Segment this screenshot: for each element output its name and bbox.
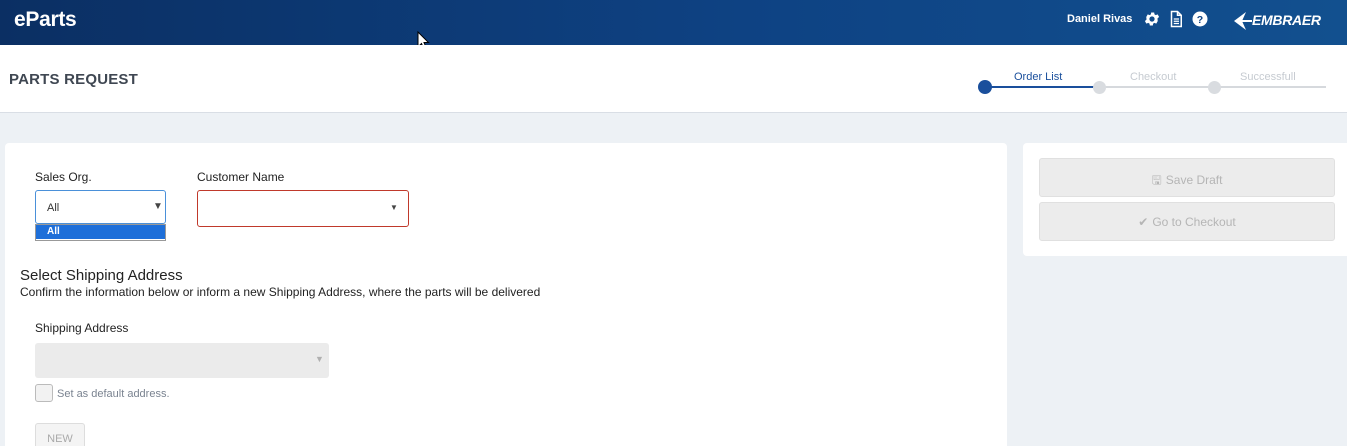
step-connector-active [985, 86, 1100, 88]
step-dot-successfull [1208, 81, 1221, 94]
go-to-checkout-label: Go to Checkout [1152, 215, 1236, 229]
sales-org-option[interactable]: All [36, 225, 165, 239]
shipping-address-select[interactable]: ▼ [35, 343, 329, 378]
customer-name-label: Customer Name [197, 170, 285, 184]
save-draft-label: Save Draft [1165, 173, 1223, 187]
sales-org-select[interactable]: All ▼ [35, 190, 166, 224]
gear-icon[interactable] [1143, 10, 1161, 28]
help-icon[interactable]: ? [1191, 10, 1209, 28]
step-dot-order-list [978, 80, 992, 94]
company-logo-text: EMBRAER [1252, 12, 1321, 28]
default-address-checkbox[interactable] [35, 384, 53, 402]
default-address-label[interactable]: Set as default address. [57, 388, 170, 400]
top-navigation-bar: eParts Daniel Rivas ? EMBRAER [0, 0, 1347, 45]
save-icon: 🖫 [1151, 173, 1162, 187]
step-label-order-list: Order List [1014, 71, 1063, 83]
customer-name-select[interactable]: ▼ [197, 190, 409, 227]
user-name[interactable]: Daniel Rivas [1067, 13, 1132, 25]
shipping-section-subtitle: Confirm the information below or inform … [20, 285, 541, 299]
step-dot-checkout [1093, 81, 1106, 94]
sales-org-label: Sales Org. [35, 170, 92, 184]
chevron-down-icon: ▼ [153, 201, 163, 212]
step-label-successfull: Successfull [1240, 71, 1296, 83]
chevron-down-icon: ▼ [315, 354, 324, 364]
caret-down-icon: ▼ [390, 203, 398, 212]
progress-steps: Order List Checkout Successfull [978, 45, 1338, 113]
document-icon[interactable] [1167, 10, 1185, 28]
sales-org-dropdown-list: All [35, 224, 166, 241]
checkmark-icon: ✔ [1138, 215, 1149, 229]
go-to-checkout-button[interactable]: ✔ Go to Checkout [1039, 202, 1335, 241]
page-title: PARTS REQUEST [9, 71, 139, 88]
shipping-section-title: Select Shipping Address [20, 267, 183, 284]
new-address-button[interactable]: NEW [35, 423, 85, 446]
sales-org-value: All [47, 202, 60, 214]
app-brand[interactable]: eParts [14, 8, 77, 32]
page-header: PARTS REQUEST Order List Checkout Succes… [0, 45, 1347, 113]
svg-text:?: ? [1197, 14, 1203, 26]
save-draft-button[interactable]: 🖫 Save Draft [1039, 158, 1335, 197]
step-label-checkout: Checkout [1130, 71, 1177, 83]
shipping-address-label: Shipping Address [35, 321, 129, 335]
